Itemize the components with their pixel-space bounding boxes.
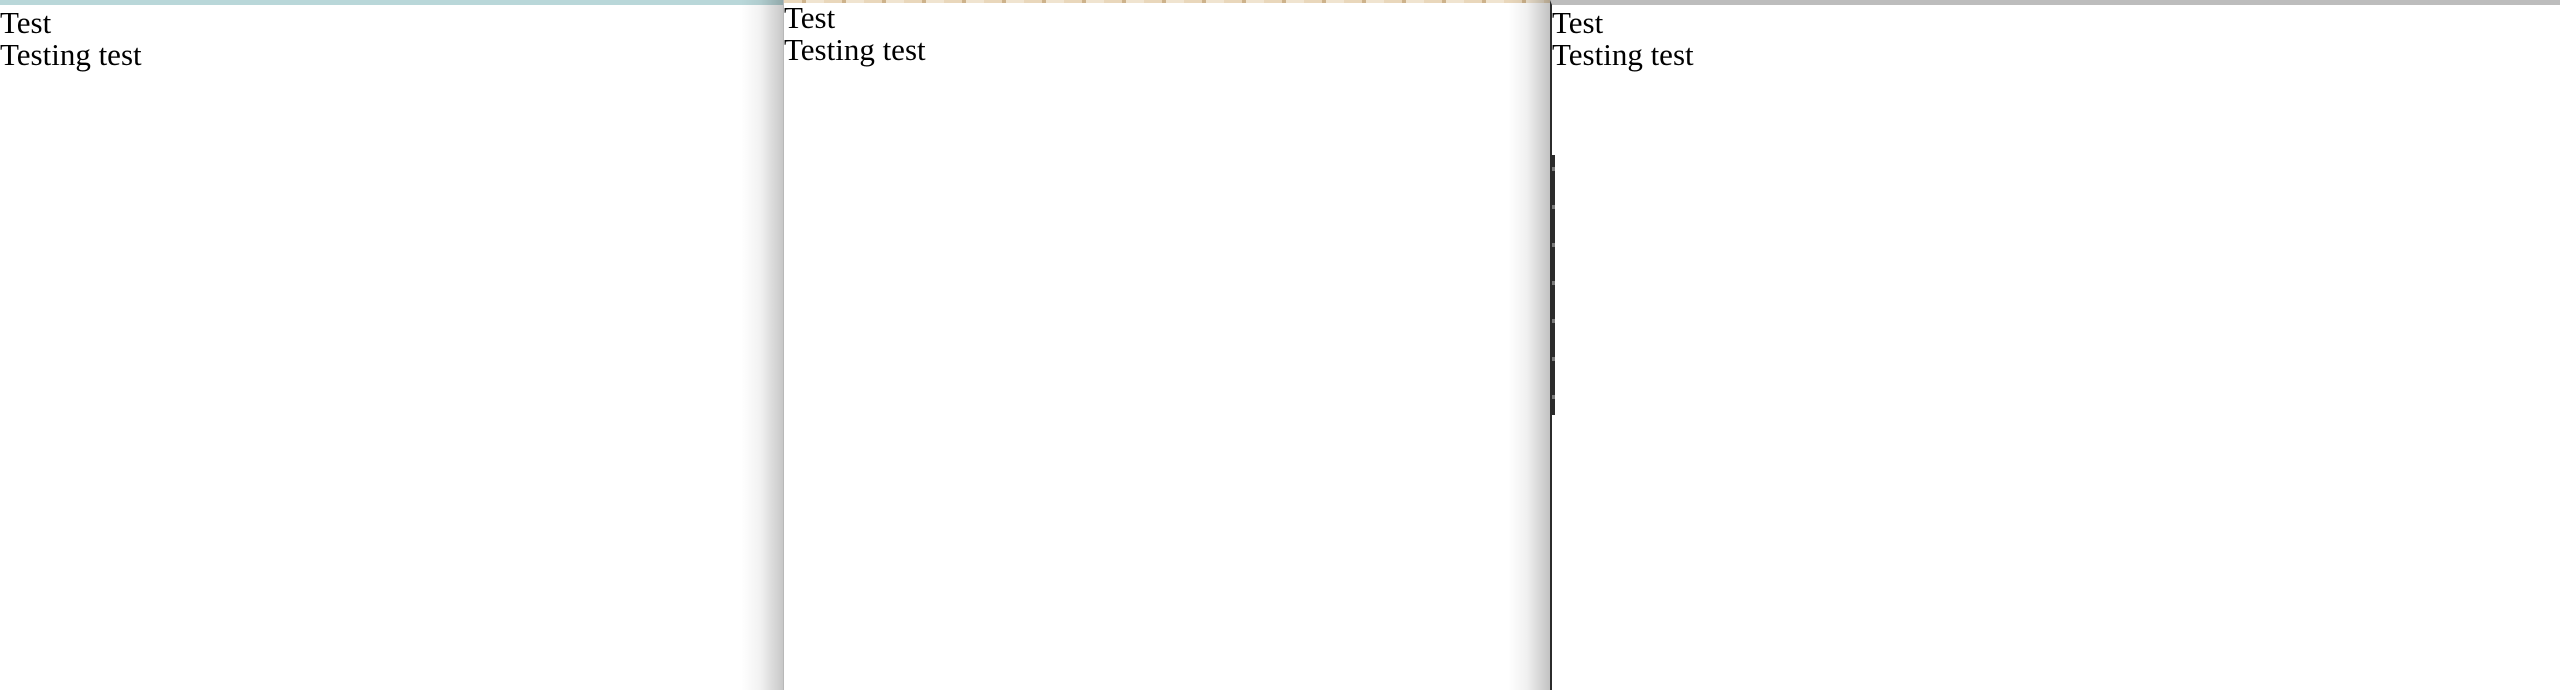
- pane-1: Test Testing test: [0, 0, 783, 690]
- pane-1-title: Test: [0, 5, 52, 40]
- pane-3: Test Testing test: [1550, 0, 2560, 690]
- pane-2-top-background-strip: [784, 0, 1550, 3]
- pane-2-title: Test: [784, 0, 836, 35]
- pane-2-body-text: Testing test: [784, 32, 926, 67]
- pane-3-body-text: Testing test: [1552, 37, 1694, 72]
- pane-3-edge-marks: [1552, 155, 1555, 415]
- pane-2: Test Testing test: [783, 0, 1550, 690]
- pane-1-body-text: Testing test: [0, 37, 142, 72]
- pane-3-title: Test: [1552, 5, 1604, 40]
